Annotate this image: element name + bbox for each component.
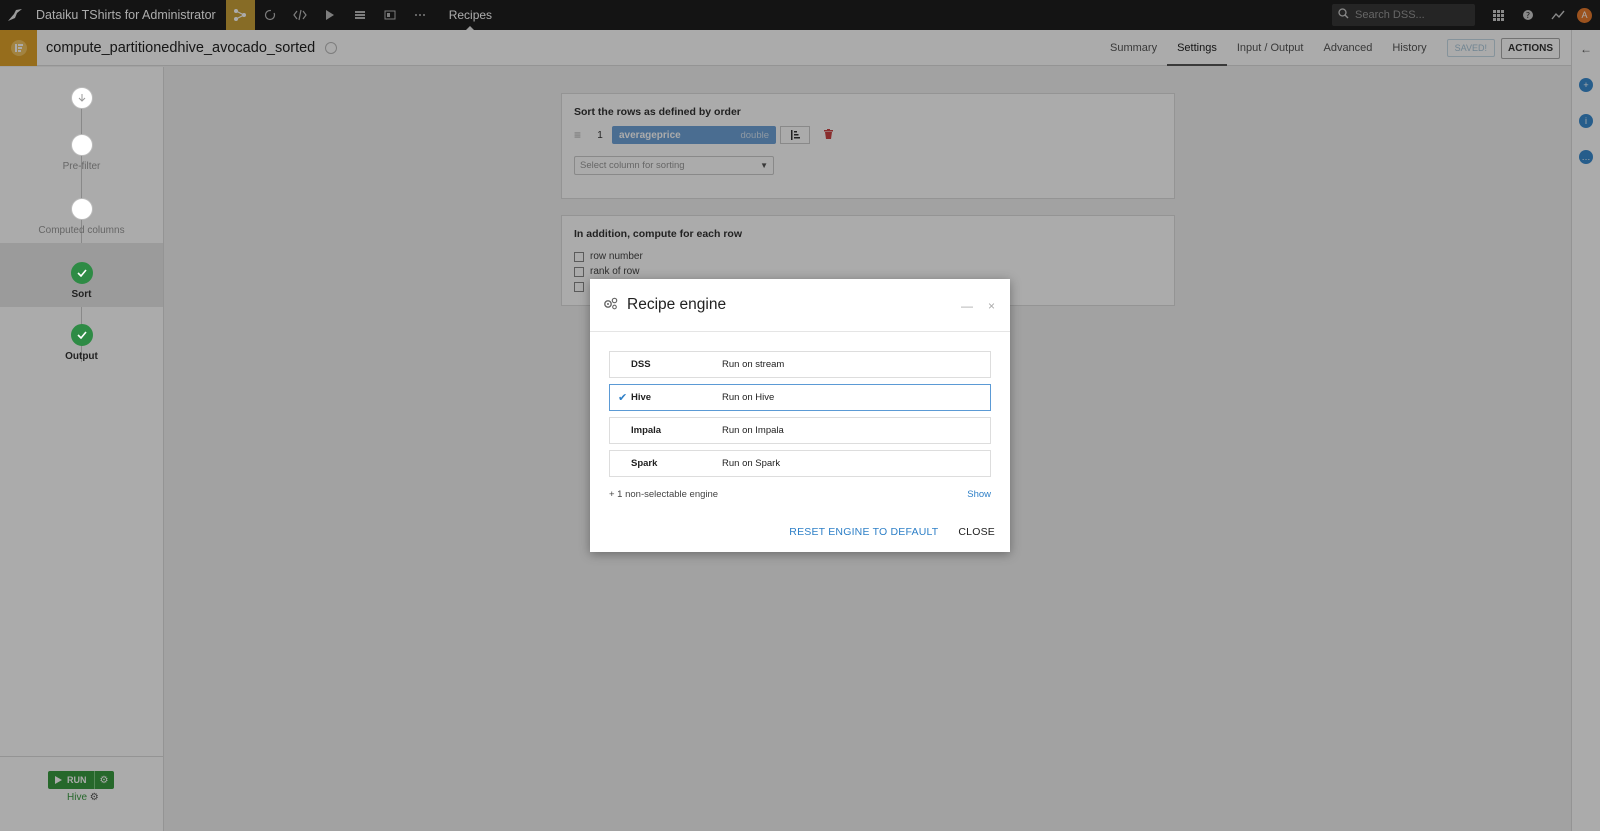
engine-description: Run on stream [722,359,785,370]
gears-icon [603,297,618,313]
engine-description: Run on Impala [722,425,784,436]
check-icon [70,324,93,346]
close-button[interactable]: CLOSE [958,526,995,538]
close-icon[interactable]: × [988,299,995,313]
engine-description: Run on Spark [722,458,781,469]
modal-title: Recipe engine [627,296,727,313]
step-circle [70,198,93,220]
engine-option-hive[interactable]: ✔ Hive Run on Hive [609,384,991,411]
minimize-icon[interactable]: — [961,299,973,313]
reset-engine-button[interactable]: RESET ENGINE TO DEFAULT [789,526,938,538]
engine-option-dss[interactable]: DSS Run on stream [609,351,991,378]
step-input-circle [70,87,93,109]
engine-option-spark[interactable]: Spark Run on Spark [609,450,991,477]
recipe-engine-modal: Recipe engine — × DSS Run on stream ✔ Hi… [590,279,1010,552]
engine-name: Hive [631,392,652,403]
modal-header: Recipe engine — × [590,279,1010,332]
non-selectable-label: + 1 non-selectable engine [609,489,719,500]
engine-option-impala[interactable]: Impala Run on Impala [609,417,991,444]
non-selectable-engines: + 1 non-selectable engine Show [609,489,991,509]
modal-footer: RESET ENGINE TO DEFAULT CLOSE [789,526,995,538]
step-circle [70,134,93,156]
check-icon: ✔ [618,392,628,404]
engine-description: Run on Hive [722,392,775,403]
engine-name: Impala [631,425,662,436]
show-link[interactable]: Show [967,489,991,500]
engine-list: DSS Run on stream ✔ Hive Run on Hive Imp… [590,332,1010,477]
engine-name: Spark [631,458,658,469]
engine-name: DSS [631,359,651,370]
check-icon [70,262,93,284]
